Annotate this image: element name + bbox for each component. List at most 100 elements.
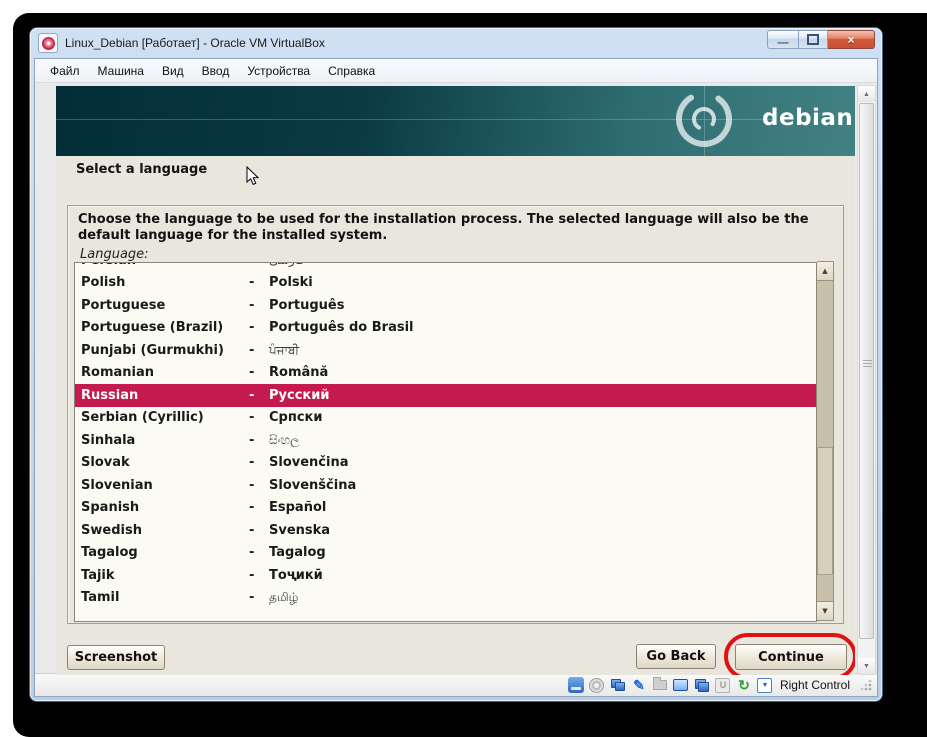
language-separator: - [249, 410, 269, 425]
menu-devices[interactable]: Устройства [238, 61, 319, 81]
language-row[interactable]: Tagalog-Tagalog [75, 542, 816, 565]
virtual-screens-icon[interactable] [694, 677, 710, 693]
maximize-button[interactable] [799, 30, 828, 49]
window-titlebar[interactable]: Linux_Debian [Работает] - Oracle VM Virt… [30, 28, 882, 58]
video-capture-pen-icon[interactable]: ✎ [631, 677, 647, 693]
hard-disk-icon[interactable] [568, 677, 584, 693]
language-native-name: தமிழ் [269, 590, 816, 606]
language-row[interactable]: Punjabi (Gurmukhi)-ਪੰਜਾਬੀ [75, 339, 816, 362]
language-separator: - [249, 568, 269, 583]
virtualbox-window: Linux_Debian [Работает] - Oracle VM Virt… [30, 28, 882, 701]
language-row[interactable]: Polish-Polski [75, 272, 816, 295]
host-key-label: Right Control [780, 678, 850, 692]
language-separator: - [249, 590, 269, 605]
language-native-name: Português [269, 298, 816, 313]
language-row[interactable]: Romanian-Română [75, 362, 816, 385]
language-name: Portuguese [81, 298, 249, 313]
language-separator: - [249, 433, 269, 448]
status-bar: ✎ U ↻ ▼ Right Control [35, 673, 877, 696]
language-row[interactable]: Tajik-Тоҷикӣ [75, 564, 816, 587]
language-row[interactable]: Slovak-Slovenčina [75, 452, 816, 475]
language-row[interactable]: Swedish-Svenska [75, 519, 816, 542]
language-separator: - [249, 343, 269, 358]
language-separator: - [249, 365, 269, 380]
minimize-button[interactable]: — [767, 30, 799, 49]
maximize-icon [807, 34, 819, 45]
instruction-text: Choose the language to be used for the i… [78, 212, 833, 244]
language-list-scrollbar[interactable]: ▲ ▼ [817, 261, 834, 621]
language-native-name: Português do Brasil [269, 320, 816, 335]
language-name: Persian [81, 262, 249, 268]
menu-bar: Файл Машина Вид Ввод Устройства Справка [35, 59, 877, 83]
language-selection-box: Choose the language to be used for the i… [67, 205, 844, 624]
go-back-button[interactable]: Go Back [636, 644, 716, 669]
vm-vertical-scrollbar[interactable]: ▲ ▼ [857, 85, 876, 675]
language-row[interactable]: Portuguese-Português [75, 294, 816, 317]
close-button[interactable]: × [828, 30, 875, 49]
vm-display-area: debian8 Select a language Choose the lan… [35, 83, 877, 673]
menu-file[interactable]: Файл [41, 61, 89, 81]
list-scroll-thumb[interactable] [817, 447, 833, 575]
optical-disk-icon[interactable] [589, 677, 605, 693]
arrow-up-icon: ▲ [863, 91, 870, 98]
usb-letter: U [720, 680, 727, 690]
list-scroll-down-button[interactable]: ▼ [817, 601, 833, 620]
scroll-grip-icon [863, 360, 872, 368]
language-name: Slovak [81, 455, 249, 470]
menu-view[interactable]: Вид [153, 61, 193, 81]
language-native-name: Română [269, 365, 816, 380]
debian-banner: debian8 [56, 86, 855, 156]
language-separator: - [249, 545, 269, 560]
language-native-name: Español [269, 500, 816, 515]
list-scroll-up-button[interactable]: ▲ [817, 262, 833, 281]
language-name: Romanian [81, 365, 249, 380]
continue-button[interactable]: Continue [735, 644, 847, 670]
display-icon[interactable] [673, 677, 689, 693]
resize-grip[interactable] [861, 680, 872, 691]
vm-scroll-up-button[interactable]: ▲ [858, 86, 875, 102]
minimize-icon: — [778, 40, 789, 46]
language-native-name: Српски [269, 410, 816, 425]
language-list[interactable]: Persian-فارسیPolish-PolskiPortuguese-Por… [74, 262, 817, 622]
network-icon[interactable] [610, 677, 626, 693]
language-separator: - [249, 523, 269, 538]
usb-icon[interactable]: U [715, 677, 731, 693]
language-separator: - [249, 478, 269, 493]
language-row[interactable]: Portuguese (Brazil)-Português do Brasil [75, 317, 816, 340]
menu-help[interactable]: Справка [319, 61, 384, 81]
language-native-name: Slovenščina [269, 478, 816, 493]
language-native-name: ਪੰਜਾਬੀ [269, 343, 816, 358]
language-name: Portuguese (Brazil) [81, 320, 249, 335]
language-name: Punjabi (Gurmukhi) [81, 343, 249, 358]
shared-folders-icon[interactable] [652, 677, 668, 693]
language-row[interactable]: Slovenian-Slovenščina [75, 474, 816, 497]
language-name: Spanish [81, 500, 249, 515]
arrow-up-icon: ▲ [822, 267, 827, 275]
language-name: Slovenian [81, 478, 249, 493]
language-field-label: Language: [80, 247, 843, 262]
language-row[interactable]: Sinhala-සිංහල [75, 429, 816, 452]
menu-machine[interactable]: Машина [89, 61, 153, 81]
list-scroll-track[interactable] [817, 281, 833, 601]
pen-glyph: ✎ [633, 677, 645, 694]
menu-input[interactable]: Ввод [193, 61, 239, 81]
language-name: Tajik [81, 568, 249, 583]
language-row[interactable]: Spanish-Español [75, 497, 816, 520]
vm-scroll-down-button[interactable]: ▼ [858, 658, 875, 674]
language-row[interactable]: Persian-فارسی [75, 262, 816, 272]
page-title: Select a language [76, 162, 207, 177]
vm-scroll-thumb[interactable] [859, 103, 874, 639]
language-name: Swedish [81, 523, 249, 538]
language-name: Russian [81, 388, 249, 403]
language-name: Sinhala [81, 433, 249, 448]
language-row-selected[interactable]: Russian-Русский [75, 384, 816, 407]
mouse-integration-icon[interactable]: ↻ [736, 677, 752, 693]
virtualbox-logo-icon [38, 33, 58, 53]
screenshot-button[interactable]: Screenshot [67, 645, 165, 670]
language-row[interactable]: Serbian (Cyrillic)-Српски [75, 407, 816, 430]
language-separator: - [249, 262, 269, 268]
language-row[interactable]: Tamil-தமிழ் [75, 587, 816, 610]
host-key-icon[interactable]: ▼ [757, 677, 773, 693]
screenshot-stage: Linux_Debian [Работает] - Oracle VM Virt… [0, 0, 927, 737]
language-native-name: සිංහල [269, 433, 816, 448]
